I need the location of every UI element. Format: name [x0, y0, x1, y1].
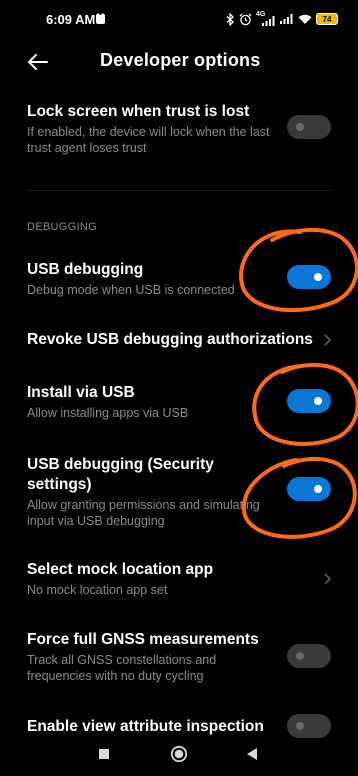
section-divider [27, 190, 331, 191]
setting-subtitle: No mock location app set [27, 583, 168, 597]
setting-subtitle: If enabled, the device will lock when th… [27, 125, 270, 155]
battery-icon: 74 [316, 13, 338, 25]
view-attribute-toggle[interactable] [287, 714, 331, 738]
app-header: Developer options [0, 42, 358, 82]
signal-4g-icon: 4G [256, 11, 276, 26]
setting-title: Select mock location app [27, 561, 214, 578]
signal-icon [280, 14, 293, 24]
page-title: Developer options [100, 50, 261, 70]
setting-subtitle-line1: Allow granting permissions and simulatin… [27, 498, 260, 512]
setting-subtitle-line2: frequencies with no duty cycling [27, 669, 204, 683]
lock-screen-toggle[interactable] [287, 115, 331, 139]
back-nav-icon[interactable] [246, 747, 258, 761]
wifi-icon [298, 14, 312, 24]
setting-title-line1: USB debugging (Security [27, 456, 214, 473]
setting-revoke-usb-auth[interactable]: Revoke USB debugging authorizations [27, 330, 337, 350]
section-header-debugging: DEBUGGING [27, 221, 97, 233]
recents-icon[interactable] [98, 748, 110, 760]
chevron-right-icon [324, 573, 332, 585]
gnss-toggle[interactable] [287, 644, 331, 668]
usb-debugging-toggle[interactable] [287, 265, 331, 289]
navigation-bar [0, 736, 358, 776]
usb-debugging-security-toggle[interactable] [287, 477, 331, 501]
back-arrow-icon[interactable] [26, 50, 50, 74]
bluetooth-icon [226, 12, 234, 26]
home-icon[interactable] [170, 745, 188, 763]
setting-mock-location-app[interactable]: Select mock location app No mock locatio… [27, 560, 337, 598]
status-time: 6:09 AM [46, 12, 96, 27]
app-notification-icon [96, 13, 105, 24]
status-bar: 6:09 AM 4G 74 [0, 0, 358, 40]
setting-subtitle-line2: input via USB debugging [27, 514, 165, 528]
status-icons: 4G 74 [226, 11, 338, 27]
setting-title: Revoke USB debugging authorizations [27, 331, 313, 348]
chevron-right-icon [324, 334, 332, 346]
install-via-usb-toggle[interactable] [287, 389, 331, 413]
alarm-icon [239, 13, 252, 25]
